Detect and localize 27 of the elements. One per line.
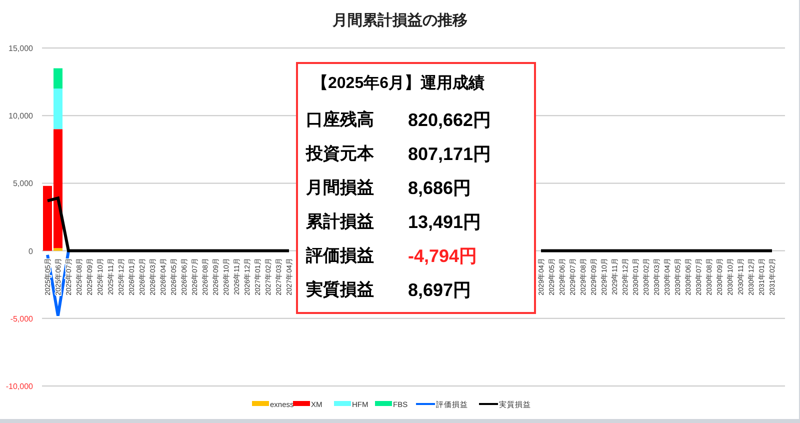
legend-line-icon — [479, 403, 498, 405]
panel-heading: 【2025年6月】運用成績 — [311, 73, 486, 94]
legend-swatch — [293, 401, 310, 406]
metric-label: 評価損益 — [306, 245, 375, 268]
metric-label: 月間損益 — [306, 177, 375, 200]
axis-tick-label: 10,000 — [8, 112, 33, 121]
metric-value: 807,171円 — [408, 142, 492, 166]
legend-line-icon — [416, 403, 435, 405]
axis-tick-label: -5,000 — [10, 314, 33, 324]
metric-label: 投資元本 — [306, 143, 375, 166]
metric-value: 8,686円 — [408, 176, 472, 200]
axis-tick-label: 15,000 — [8, 44, 33, 53]
axis-tick-label: 5,000 — [12, 179, 33, 188]
metric-value: 13,491円 — [408, 210, 482, 234]
metric-label: 実質損益 — [306, 279, 375, 302]
legend-swatch — [252, 401, 269, 406]
metric-value: -4,794円 — [408, 244, 478, 268]
bar-segment — [43, 186, 52, 251]
legend-swatch — [334, 401, 351, 406]
metric-value: 8,697円 — [408, 278, 472, 302]
axis-tick-label: -10,000 — [6, 382, 33, 391]
axis-tick-label: 0 — [28, 246, 33, 256]
metric-label: 口座残高 — [306, 109, 375, 132]
metric-label: 累計損益 — [306, 211, 375, 234]
chart-title: 月間累計損益の推移 — [332, 12, 468, 29]
legend-swatch — [375, 401, 392, 406]
metric-value: 820,662円 — [408, 108, 492, 132]
